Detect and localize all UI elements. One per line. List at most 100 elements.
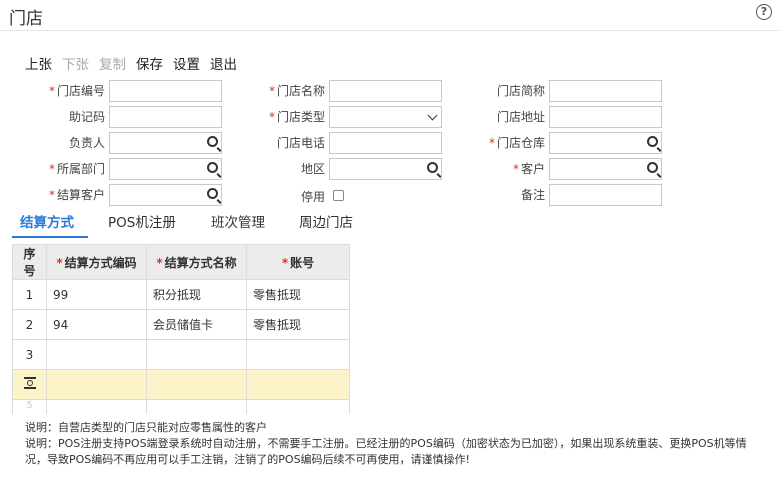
search-icon[interactable] [647,162,658,173]
table-header-row: 序号 * 结算方式编码 * 结算方式名称 * 账号 [12,244,350,280]
cell-account[interactable] [246,399,350,414]
exit-button[interactable]: 退出 [210,53,237,73]
cell-name[interactable] [146,339,247,370]
required-mark: * [268,84,275,98]
cell-code[interactable] [46,369,147,400]
settle-customer-label-text: 结算客户 [56,188,105,202]
title-bar: 门店 ? [0,0,780,31]
department-label-text: 所属部门 [56,162,105,176]
store-warehouse-input[interactable] [549,132,662,154]
cell-account[interactable] [246,369,350,400]
delete-row-icon[interactable] [23,377,36,389]
cell-row-action[interactable] [12,369,47,400]
notes: 说明：自营店类型的门店只能对应零售属性的客户 说明：POS注册支持POS端登录系… [25,420,760,468]
department-input[interactable] [109,158,222,180]
chevron-down-icon [427,110,438,121]
manager-input[interactable] [109,132,222,154]
note-line-2: 说明：POS注册支持POS端登录系统时自动注册，不需要手工注册。已经注册的POS… [25,437,747,466]
tab-nearby-stores[interactable]: 周边门店 [299,212,353,234]
region-input[interactable] [329,158,442,180]
store-code-input[interactable] [109,80,222,102]
disabled-checkbox[interactable] [333,190,344,201]
settings-button[interactable]: 设置 [173,53,200,73]
prev-button[interactable]: 上张 [25,53,52,73]
required-mark: * [268,110,275,124]
cell-code[interactable] [46,339,147,370]
help-icon[interactable]: ? [756,4,772,20]
search-icon[interactable] [647,136,658,147]
remark-label-text: 备注 [520,188,545,202]
page-title: 门店 [9,9,43,29]
cell-code[interactable]: 99 [46,279,147,310]
cell-seq: 2 [12,309,47,340]
col-header-account-text: 账号 [290,255,315,270]
search-icon[interactable] [207,162,218,173]
region-label: 地区 [225,158,325,180]
cell-code[interactable]: 94 [46,309,147,340]
required-mark: * [512,162,519,176]
cell-code[interactable] [46,399,147,414]
settlement-table: 序号 * 结算方式编码 * 结算方式名称 * 账号 1 99 积分抵现 零售抵现 2 … [12,244,350,414]
col-header-seq: 序号 [12,244,47,280]
tab-settlement[interactable]: 结算方式 [20,212,74,234]
cell-name[interactable] [146,369,247,400]
tab-pos-register[interactable]: POS机注册 [108,212,176,234]
cell-name[interactable] [146,399,247,414]
required-mark: * [48,162,55,176]
store-name-input[interactable] [329,80,442,102]
active-tab-underline [12,236,88,238]
disabled-label: 停用 [225,186,325,208]
save-button[interactable]: 保存 [136,53,163,73]
tab-shift-management[interactable]: 班次管理 [211,212,265,234]
cell-account[interactable] [246,339,350,370]
store-short-input[interactable] [549,80,662,102]
store-code-label-text: 门店编号 [56,84,105,98]
customer-input[interactable] [549,158,662,180]
mnemonic-label: 助记码 [5,106,105,128]
required-mark: * [281,255,289,270]
table-row-selected[interactable] [12,369,350,400]
store-phone-label: 门店电话 [225,132,325,154]
cell-account[interactable]: 零售抵现 [246,279,350,310]
search-icon[interactable] [207,188,218,199]
manager-label: 负责人 [5,132,105,154]
store-address-input[interactable] [549,106,662,128]
cell-name[interactable]: 积分抵现 [146,279,247,310]
store-type-label: * 门店类型 [225,106,325,128]
cell-seq: 1 [12,279,47,310]
copy-button[interactable]: 复制 [99,53,126,73]
required-mark: * [48,188,55,202]
col-header-code-text: 结算方式编码 [64,255,137,270]
table-row[interactable]: 3 [12,339,350,370]
store-type-label-text: 门店类型 [276,110,325,124]
search-icon[interactable] [207,136,218,147]
store-name-label: * 门店名称 [225,80,325,102]
department-label: * 所属部门 [5,158,105,180]
cell-seq: 5 [12,399,47,414]
required-mark: * [488,136,495,150]
customer-label-text: 客户 [520,162,545,176]
table-row[interactable]: 5 [12,399,350,414]
settle-customer-input[interactable] [109,184,222,206]
table-row[interactable]: 1 99 积分抵现 零售抵现 [12,279,350,310]
store-code-label: * 门店编号 [5,80,105,102]
cell-name[interactable]: 会员储值卡 [146,309,247,340]
store-phone-input[interactable] [329,132,442,154]
col-header-name-text: 结算方式名称 [164,255,237,270]
manager-label-text: 负责人 [68,136,105,150]
mnemonic-label-text: 助记码 [68,110,105,124]
required-mark: * [56,255,63,270]
mnemonic-input[interactable] [109,106,222,128]
cell-seq: 3 [12,339,47,370]
toolbar: 上张 下张 复制 保存 设置 退出 [25,53,237,73]
next-button[interactable]: 下张 [62,53,89,73]
store-type-select[interactable] [329,106,442,128]
table-row[interactable]: 2 94 会员储值卡 零售抵现 [12,309,350,340]
store-short-label: 门店简称 [445,80,545,102]
cell-account[interactable]: 零售抵现 [246,309,350,340]
store-address-label-text: 门店地址 [496,110,545,124]
search-icon[interactable] [427,162,438,173]
remark-input[interactable] [549,184,662,206]
col-header-account: * 账号 [246,244,350,280]
store-warehouse-label-text: 门店仓库 [496,136,545,150]
